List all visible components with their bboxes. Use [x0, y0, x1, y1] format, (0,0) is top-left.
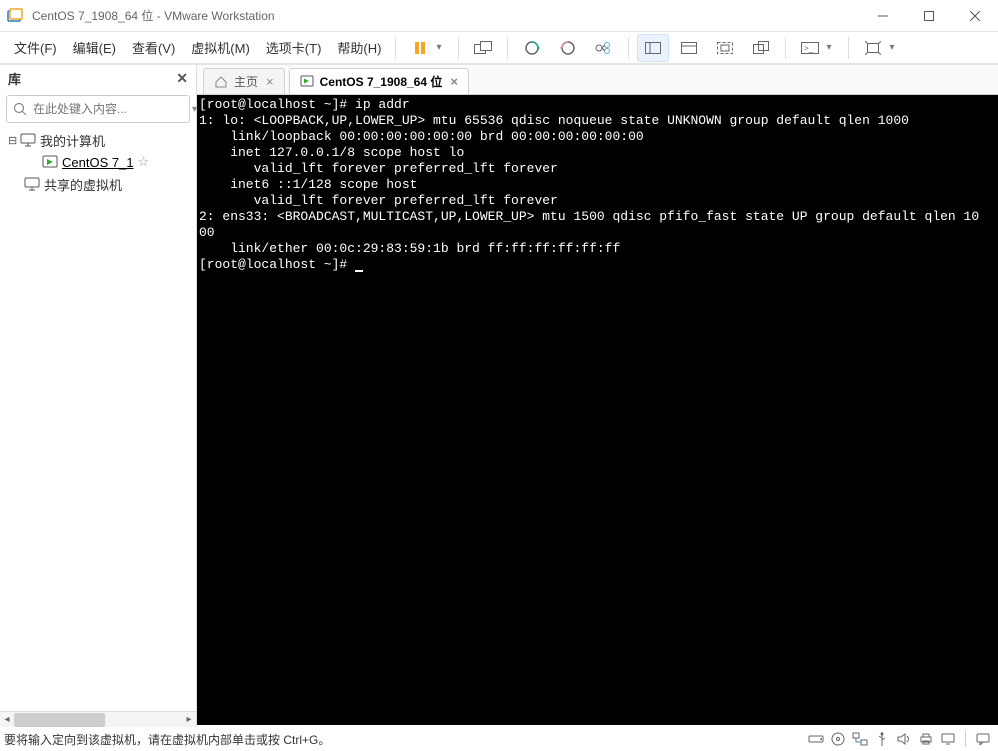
- scroll-right-icon[interactable]: ▸: [182, 714, 196, 725]
- quick-switch-button[interactable]: >_: [794, 34, 826, 62]
- menu-file[interactable]: 文件(F): [6, 34, 65, 61]
- status-display-icon[interactable]: [938, 730, 958, 748]
- favorite-star-icon[interactable]: ☆: [138, 154, 150, 170]
- toolbar-separator: [395, 37, 396, 59]
- shared-monitor-icon: [24, 176, 40, 192]
- toolbar-separator: [628, 37, 629, 59]
- library-search-input[interactable]: [33, 102, 188, 116]
- statusbar-separator: [965, 731, 966, 747]
- toolbar-separator: [458, 37, 459, 59]
- menu-edit[interactable]: 编辑(E): [65, 34, 124, 61]
- fullscreen-button[interactable]: [709, 34, 741, 62]
- pause-dropdown-icon[interactable]: ▾: [436, 42, 448, 53]
- tab-centos[interactable]: CentOS 7_1908_64 位 ×: [289, 68, 469, 94]
- status-text: 要将输入定向到该虚拟机，请在虚拟机内部单击或按 Ctrl+G。: [4, 731, 805, 748]
- tab-bar: 主页 × CentOS 7_1908_64 位 ×: [197, 65, 998, 95]
- quick-switch-dropdown-icon[interactable]: ▾: [826, 42, 838, 53]
- vm-terminal[interactable]: [root@localhost ~]# ip addr 1: lo: <LOOP…: [197, 95, 998, 727]
- status-sound-icon[interactable]: [894, 730, 914, 748]
- svg-text:>_: >_: [804, 44, 814, 53]
- tree-my-computer[interactable]: ⊟ 我的计算机: [4, 129, 192, 151]
- status-network-icon[interactable]: [850, 730, 870, 748]
- monitor-icon: [20, 132, 36, 148]
- stretch-guest-button[interactable]: [857, 34, 889, 62]
- toolbar-separator: [848, 37, 849, 59]
- menubar: 文件(F) 编辑(E) 查看(V) 虚拟机(M) 选项卡(T) 帮助(H) ▾ …: [0, 32, 998, 64]
- tree-centos-vm[interactable]: CentOS 7_1 ☆: [4, 151, 192, 173]
- minimize-button[interactable]: [860, 0, 906, 32]
- scroll-thumb[interactable]: [14, 713, 105, 727]
- view-console-button[interactable]: [673, 34, 705, 62]
- tree-collapse-icon[interactable]: ⊟: [8, 134, 20, 147]
- tree-label: 共享的虚拟机: [44, 175, 122, 194]
- unity-button[interactable]: [745, 34, 777, 62]
- snapshot-revert-button[interactable]: [552, 34, 584, 62]
- maximize-button[interactable]: [906, 0, 952, 32]
- pause-button[interactable]: [404, 34, 436, 62]
- snapshot-take-button[interactable]: [516, 34, 548, 62]
- close-window-button[interactable]: [952, 0, 998, 32]
- library-title: 库: [8, 69, 21, 88]
- vmware-app-icon: [6, 7, 24, 25]
- statusbar: 要将输入定向到该虚拟机，请在虚拟机内部单击或按 Ctrl+G。: [0, 727, 998, 751]
- scroll-left-icon[interactable]: ◂: [0, 714, 14, 725]
- toolbar-separator: [507, 37, 508, 59]
- status-cd-icon[interactable]: [828, 730, 848, 748]
- tree-label: 我的计算机: [40, 131, 105, 150]
- status-usb-icon[interactable]: [872, 730, 892, 748]
- search-icon: [13, 102, 27, 116]
- status-messages-icon[interactable]: [973, 730, 993, 748]
- tab-close-icon[interactable]: ×: [450, 74, 458, 89]
- tab-label: 主页: [234, 73, 258, 90]
- status-printer-icon[interactable]: [916, 730, 936, 748]
- menu-view[interactable]: 查看(V): [124, 34, 183, 61]
- home-icon: [214, 75, 228, 89]
- scroll-track[interactable]: [14, 713, 182, 727]
- tab-close-icon[interactable]: ×: [266, 74, 274, 89]
- send-ctrl-alt-del-button[interactable]: [467, 34, 499, 62]
- vm-running-icon: [42, 154, 58, 170]
- main-panel: 主页 × CentOS 7_1908_64 位 × [root@localhos…: [197, 65, 998, 727]
- sidebar-hscrollbar[interactable]: ◂ ▸: [0, 711, 196, 727]
- menu-vm[interactable]: 虚拟机(M): [183, 34, 258, 61]
- library-search[interactable]: ▾: [6, 95, 190, 123]
- view-sidebar-button[interactable]: [637, 34, 669, 62]
- snapshot-manage-button[interactable]: [588, 34, 620, 62]
- toolbar-separator: [785, 37, 786, 59]
- status-harddisk-icon[interactable]: [806, 730, 826, 748]
- vm-running-icon: [300, 75, 314, 89]
- titlebar: CentOS 7_1908_64 位 - VMware Workstation: [0, 0, 998, 32]
- window-title: CentOS 7_1908_64 位 - VMware Workstation: [32, 7, 860, 24]
- library-sidebar: 库 ✕ ▾ ⊟ 我的计算机 CentOS 7_1 ☆ 共享的虚拟机: [0, 65, 197, 727]
- tab-label: CentOS 7_1908_64 位: [320, 73, 443, 90]
- tree-shared-vms[interactable]: 共享的虚拟机: [4, 173, 192, 195]
- menu-tabs[interactable]: 选项卡(T): [258, 34, 330, 61]
- library-close-icon[interactable]: ✕: [176, 70, 188, 87]
- tree-label: CentOS 7_1: [62, 155, 134, 170]
- library-tree: ⊟ 我的计算机 CentOS 7_1 ☆ 共享的虚拟机: [0, 127, 196, 711]
- tab-home[interactable]: 主页 ×: [203, 68, 285, 94]
- stretch-dropdown-icon[interactable]: ▾: [889, 42, 901, 53]
- menu-help[interactable]: 帮助(H): [329, 34, 389, 61]
- library-header: 库 ✕: [0, 65, 196, 91]
- body: 库 ✕ ▾ ⊟ 我的计算机 CentOS 7_1 ☆ 共享的虚拟机: [0, 64, 998, 727]
